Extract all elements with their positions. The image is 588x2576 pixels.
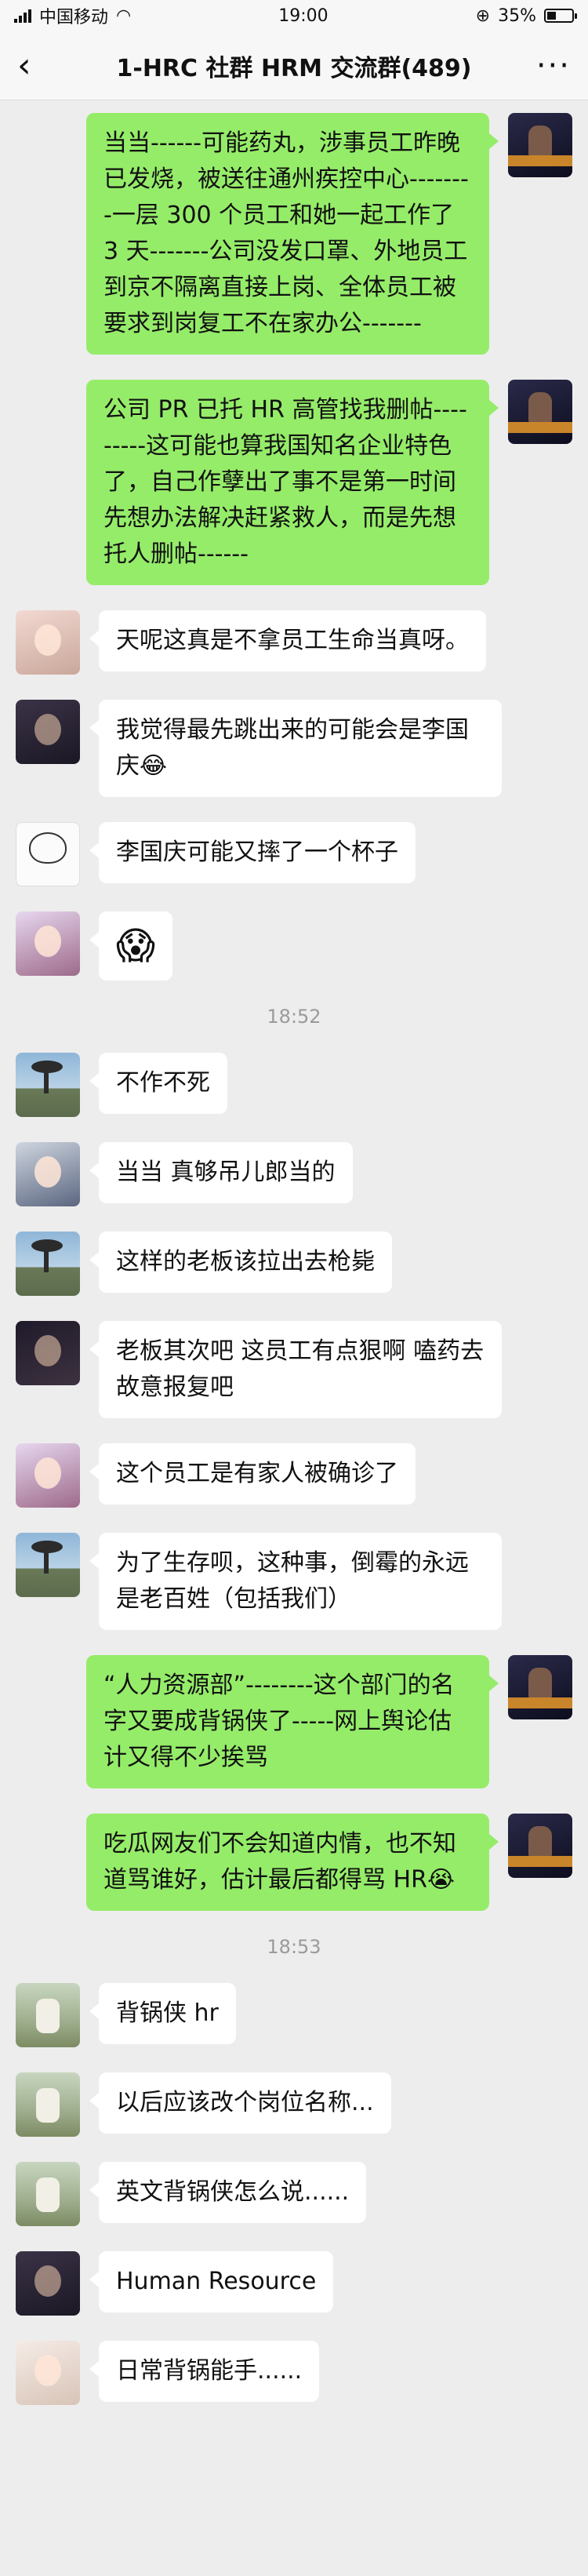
message-row-sent: “人力资源部”--------这个部门的名字又要成背锅侠了-----网上舆论估计… bbox=[16, 1655, 572, 1788]
chat-title: 1-HRC 社群 HRM 交流群(489) bbox=[116, 54, 472, 82]
battery-fill bbox=[547, 12, 556, 20]
message-bubble[interactable]: 日常背锅能手...... bbox=[89, 2341, 320, 2402]
person-figure bbox=[528, 1668, 552, 1699]
face bbox=[34, 624, 61, 656]
message-bubble[interactable]: 天呢这真是不拿员工生命当真呀。 bbox=[89, 610, 486, 671]
carrier-label: 中国移动 bbox=[39, 8, 109, 27]
face bbox=[34, 714, 61, 745]
stripe bbox=[508, 1697, 572, 1708]
message-bubble[interactable]: 背锅侠 hr bbox=[89, 1983, 236, 2044]
message-bubble[interactable]: Human Resource bbox=[89, 2251, 334, 2312]
message-row-sent: 当当------可能药丸，涉事员工昨晚已发烧，被送往通州疾控中心--------… bbox=[16, 113, 572, 355]
message-bubble[interactable]: 公司 PR 已托 HR 高管找我删帖---------这可能也算我国知名企业特色… bbox=[86, 380, 499, 585]
message-bubble[interactable]: 为了生存呗，这种事，倒霉的永远是老百姓（包括我们） bbox=[89, 1533, 502, 1630]
tree-trunk bbox=[44, 1547, 49, 1574]
message-bubble[interactable]: 英文背锅侠怎么说...... bbox=[89, 2162, 367, 2223]
avatar[interactable] bbox=[16, 822, 80, 886]
stripe bbox=[508, 1856, 572, 1867]
avatar[interactable] bbox=[16, 2251, 80, 2316]
wifi-icon: ◠ bbox=[116, 5, 132, 26]
avatar[interactable] bbox=[508, 113, 572, 177]
message-row-received: 不作不死 bbox=[16, 1053, 572, 1117]
status-right: ⊕ 35% bbox=[475, 5, 577, 26]
avatar[interactable] bbox=[16, 2341, 80, 2405]
avatar[interactable] bbox=[16, 610, 80, 675]
message-bubble[interactable]: 不作不死 bbox=[89, 1053, 227, 1114]
face bbox=[34, 1457, 61, 1489]
message-bubble[interactable]: 😱 bbox=[89, 911, 173, 981]
message-bubble[interactable]: 以后应该改个岗位名称... bbox=[89, 2072, 391, 2134]
face bbox=[34, 926, 61, 957]
clock: 19:00 bbox=[278, 5, 328, 26]
message-bubble[interactable]: 我觉得最先跳出来的可能会是李国庆😂 bbox=[89, 700, 502, 797]
message-bubble[interactable]: “人力资源部”--------这个部门的名字又要成背锅侠了-----网上舆论估计… bbox=[86, 1655, 499, 1788]
avatar[interactable] bbox=[16, 1053, 80, 1117]
message-row-received: 😱 bbox=[16, 911, 572, 981]
face bbox=[34, 2265, 61, 2297]
message-bubble[interactable]: 当当 真够吊儿郎当的 bbox=[89, 1142, 353, 1203]
status-left: 中国移动 ◠ bbox=[14, 3, 131, 28]
message-row-received: 当当 真够吊儿郎当的 bbox=[16, 1142, 572, 1206]
stripe bbox=[508, 422, 572, 433]
face bbox=[34, 2355, 61, 2386]
cat-drawing bbox=[29, 832, 67, 864]
status-bar: 中国移动 ◠ 19:00 ⊕ 35% bbox=[0, 0, 588, 31]
avatar[interactable] bbox=[16, 1443, 80, 1508]
avatar[interactable] bbox=[16, 1321, 80, 1385]
message-row-received: 我觉得最先跳出来的可能会是李国庆😂 bbox=[16, 700, 572, 797]
avatar[interactable] bbox=[16, 1983, 80, 2047]
signal-icon bbox=[14, 9, 31, 23]
message-row-received: 老板其次吧 这员工有点狠啊 嗑药去 故意报复吧 bbox=[16, 1321, 572, 1418]
avatar[interactable] bbox=[508, 380, 572, 444]
avatar[interactable] bbox=[16, 2072, 80, 2137]
avatar[interactable] bbox=[16, 1232, 80, 1296]
dog-figure bbox=[36, 2178, 60, 2212]
battery-percent: 35% bbox=[498, 5, 536, 26]
tree-trunk bbox=[44, 1246, 49, 1272]
message-row-received: 李国庆可能又摔了一个杯子 bbox=[16, 822, 572, 886]
message-bubble[interactable]: 当当------可能药丸，涉事员工昨晚已发烧，被送往通州疾控中心--------… bbox=[86, 113, 499, 355]
chevron-left-icon[interactable]: ‹ bbox=[17, 48, 64, 83]
message-row-received: 为了生存呗，这种事，倒霉的永远是老百姓（包括我们） bbox=[16, 1533, 572, 1630]
dog-figure bbox=[36, 1999, 60, 2033]
dog-figure bbox=[36, 2088, 60, 2123]
face bbox=[34, 1335, 61, 1366]
stripe bbox=[508, 155, 572, 166]
person-figure bbox=[528, 392, 552, 424]
avatar[interactable] bbox=[16, 700, 80, 764]
message-row-received: 日常背锅能手...... bbox=[16, 2341, 572, 2405]
message-row-received: 以后应该改个岗位名称... bbox=[16, 2072, 572, 2137]
tree-trunk bbox=[44, 1067, 49, 1093]
chat-list[interactable]: 当当------可能药丸，涉事员工昨晚已发烧，被送往通州疾控中心--------… bbox=[0, 100, 588, 2405]
timestamp: 18:53 bbox=[267, 1936, 321, 1958]
timestamp: 18:52 bbox=[267, 1006, 321, 1028]
message-row-received: 这个员工是有家人被确诊了 bbox=[16, 1443, 572, 1508]
person-figure bbox=[528, 126, 552, 157]
message-row-received: 背锅侠 hr bbox=[16, 1983, 572, 2047]
message-bubble[interactable]: 这个员工是有家人被确诊了 bbox=[89, 1443, 416, 1504]
message-row-received: Human Resource bbox=[16, 2251, 572, 2316]
person-figure bbox=[528, 1826, 552, 1857]
message-bubble[interactable]: 吃瓜网友们不会知道内情，也不知道骂谁好，估计最后都得骂 HR😭 bbox=[86, 1814, 499, 1911]
message-row-sent: 公司 PR 已托 HR 高管找我删帖---------这可能也算我国知名企业特色… bbox=[16, 380, 572, 585]
orientation-lock-icon: ⊕ bbox=[475, 5, 491, 26]
avatar[interactable] bbox=[16, 911, 80, 976]
avatar[interactable] bbox=[508, 1655, 572, 1719]
avatar[interactable] bbox=[508, 1814, 572, 1878]
battery-icon bbox=[544, 9, 577, 23]
message-row-received: 英文背锅侠怎么说...... bbox=[16, 2162, 572, 2226]
message-bubble[interactable]: 这样的老板该拉出去枪毙 bbox=[89, 1232, 392, 1293]
message-row-sent: 吃瓜网友们不会知道内情，也不知道骂谁好，估计最后都得骂 HR😭 bbox=[16, 1814, 572, 1911]
avatar[interactable] bbox=[16, 1142, 80, 1206]
message-bubble[interactable]: 老板其次吧 这员工有点狠啊 嗑药去 故意报复吧 bbox=[89, 1321, 502, 1418]
message-bubble[interactable]: 李国庆可能又摔了一个杯子 bbox=[89, 822, 416, 883]
more-icon[interactable]: ··· bbox=[524, 48, 571, 84]
message-row-received: 天呢这真是不拿员工生命当真呀。 bbox=[16, 610, 572, 675]
avatar[interactable] bbox=[16, 2162, 80, 2226]
nav-bar: ‹ 1-HRC 社群 HRM 交流群(489) ··· bbox=[0, 31, 588, 100]
avatar[interactable] bbox=[16, 1533, 80, 1597]
face bbox=[34, 1156, 61, 1188]
message-row-received: 这样的老板该拉出去枪毙 bbox=[16, 1232, 572, 1296]
